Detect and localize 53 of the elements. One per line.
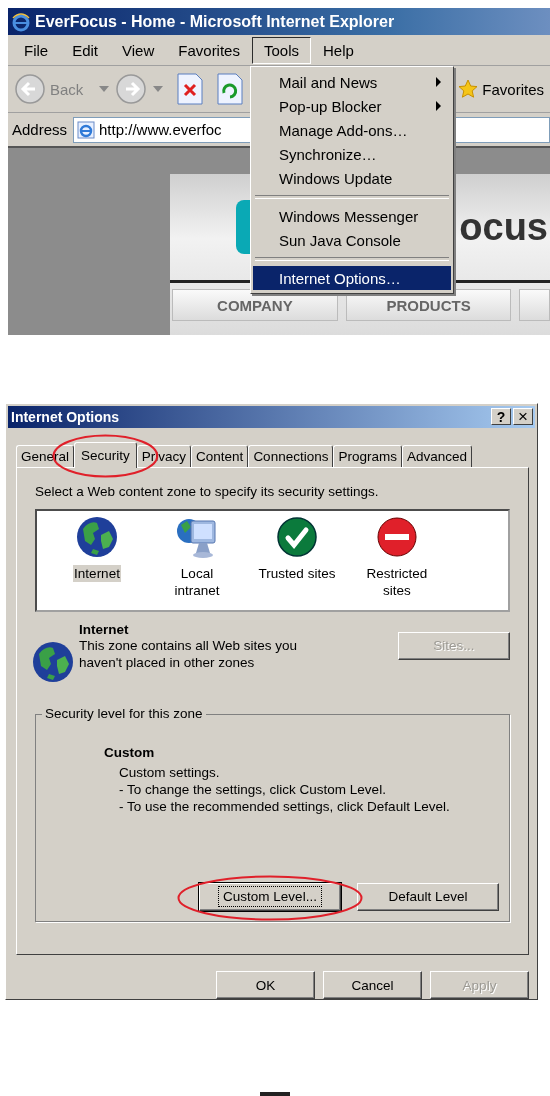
globe-icon — [75, 514, 119, 559]
star-icon — [458, 79, 479, 99]
menu-item[interactable]: Edit — [60, 36, 111, 64]
tab[interactable]: Programs — [333, 444, 402, 467]
menu-item[interactable]: Synchronize… — [253, 142, 451, 166]
zone-item[interactable]: Trusted sites — [256, 564, 338, 582]
refresh-icon — [217, 73, 244, 105]
menu-item[interactable]: Sun Java Console — [253, 228, 451, 252]
level-button[interactable]: Default Level — [357, 882, 499, 911]
page-icon — [77, 120, 96, 139]
menu-item[interactable]: Internet Options… — [253, 266, 451, 290]
menu-item[interactable]: Tools — [251, 36, 311, 64]
nav-tab[interactable] — [519, 289, 550, 321]
zone-item[interactable]: Local intranet — [156, 564, 238, 599]
menu-item[interactable]: Help — [311, 36, 366, 64]
tab[interactable]: Advanced — [401, 444, 472, 467]
globe-icon — [31, 639, 75, 684]
menu-item[interactable]: Pop-up Blocker — [253, 94, 451, 118]
zone-item[interactable]: Restricted sites — [356, 564, 438, 599]
tab[interactable]: Content — [191, 444, 249, 467]
logo-text: ocus — [459, 205, 548, 249]
zone-description: This zone contains all Web sites you haven't placed in other zones — [79, 636, 299, 671]
menu-item[interactable]: Manage Add-ons… — [253, 118, 451, 142]
menu-item[interactable]: File — [12, 36, 61, 64]
browser-logo-icon — [11, 11, 31, 32]
window-title: EverFocus - Home - Microsoft Internet Explorer — [35, 12, 395, 31]
close-button[interactable]: × — [513, 408, 533, 426]
stop-icon — [177, 73, 204, 105]
zone-title: Internet — [79, 621, 130, 637]
dialog-button[interactable]: Cancel — [323, 971, 422, 999]
menu-item[interactable]: Mail and News — [253, 70, 451, 94]
level-name: Custom — [104, 744, 156, 760]
tab[interactable]: Security — [74, 441, 137, 468]
menu-item[interactable]: Favorites — [166, 36, 252, 64]
dropdown-caret-icon — [153, 86, 164, 92]
address-label: Address — [12, 121, 68, 138]
level-description: Custom settings. — [119, 763, 221, 781]
help-button[interactable]: ? — [491, 408, 511, 426]
tab[interactable]: Connections — [248, 444, 334, 467]
dropdown-caret-icon — [99, 86, 110, 92]
menu-item[interactable]: Windows Update — [253, 166, 451, 190]
zone-item[interactable]: Internet — [73, 564, 121, 582]
level-button[interactable]: Custom Level... — [199, 882, 341, 911]
menu-item[interactable]: View — [110, 36, 167, 64]
dialog-button[interactable]: OK — [216, 971, 315, 999]
instruction-text: Select a Web content zone to specify its security settings. — [35, 483, 380, 499]
check-icon — [275, 514, 319, 559]
level-description: - To use the recommended settings, click Default Level. — [119, 797, 451, 815]
no-entry-icon — [375, 514, 419, 559]
favorites-button[interactable]: Favorites — [458, 79, 544, 99]
menu-item[interactable]: Windows Messenger — [253, 204, 451, 228]
dialog-title: Internet Options — [11, 408, 121, 425]
level-description: - To change the settings, click Custom Level. — [119, 780, 387, 798]
